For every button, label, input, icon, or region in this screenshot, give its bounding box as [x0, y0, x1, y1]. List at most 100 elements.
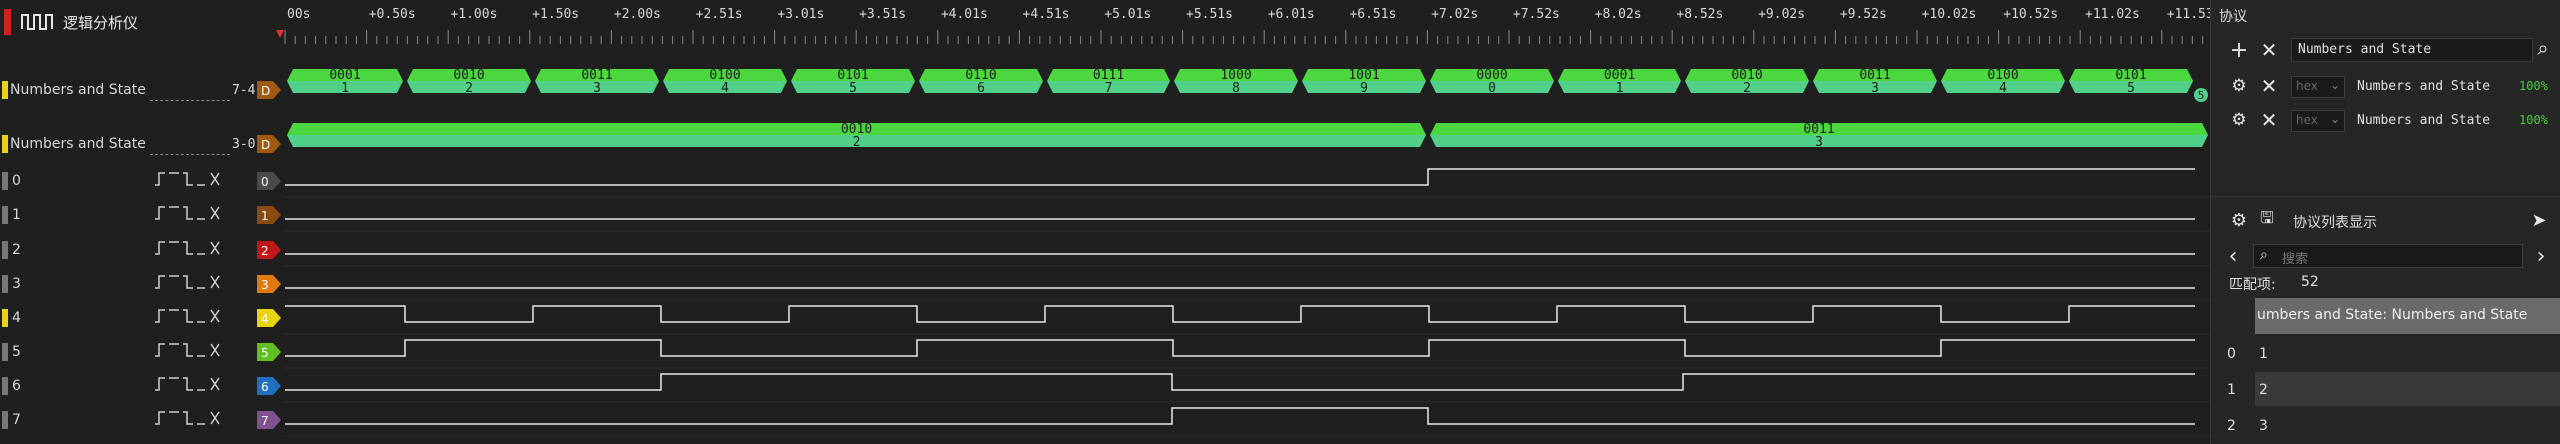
decoder-name: Numbers and State	[10, 136, 146, 152]
channel-color-marker	[2, 172, 8, 190]
prev-match-button[interactable]: ‹	[2221, 243, 2245, 269]
timeline-tick-label: +8.52s	[1676, 7, 1723, 22]
channel-label: 4	[12, 310, 21, 326]
format-select[interactable]: hex ⌄	[2291, 76, 2345, 98]
protocol-row[interactable]: ⚙ ✕ hex ⌄ Numbers and State 100%	[2211, 72, 2560, 100]
timeline-tick-label: +3.01s	[777, 7, 824, 22]
protocol-remove-button[interactable]: ✕	[2257, 108, 2281, 132]
protocol-row-name: Numbers and State	[2357, 113, 2491, 128]
waveform-view[interactable]: 00s +0.50s +1.00s +1.50s +2.00s +2.51s +3.01s +…	[0, 0, 2210, 444]
format-select-value: hex	[2296, 113, 2318, 127]
protocol-settings-button[interactable]: ⚙	[2227, 108, 2251, 132]
protocol-settings-button[interactable]: ⚙	[2227, 74, 2251, 98]
list-row[interactable]: 0 1	[2211, 336, 2560, 370]
any-edge-trigger-icon	[210, 343, 220, 357]
search-protocol-button[interactable]: ⌕	[2531, 36, 2555, 60]
channel-color-marker	[2, 241, 8, 259]
protocol-remove-button[interactable]: ✕	[2257, 74, 2281, 98]
any-edge-trigger-icon	[210, 309, 220, 323]
decoder-dots	[150, 100, 230, 101]
save-button[interactable]: 🖫	[2255, 208, 2279, 232]
any-edge-trigger-icon	[210, 206, 220, 220]
protocol-row-percent: 100%	[2519, 79, 2548, 93]
timeline-tick-label: +7.02s	[1431, 7, 1478, 22]
decode-value-text: 7	[1105, 81, 1113, 96]
match-label: 匹配项:	[2229, 277, 2276, 293]
app-title: 逻辑分析仪	[63, 13, 139, 32]
list-row-index: 2	[2227, 418, 2236, 434]
list-row-cell[interactable]: 3	[2255, 408, 2560, 442]
falling-edge-trigger-icon	[183, 275, 193, 289]
channel-badge-text: 0	[261, 175, 269, 189]
timeline-tick-label: +6.01s	[1268, 7, 1315, 22]
decode-value-text: 3	[1871, 81, 1879, 96]
format-select[interactable]: hex ⌄	[2291, 110, 2345, 132]
rising-edge-trigger-icon	[155, 309, 165, 323]
next-match-button[interactable]: ›	[2529, 244, 2553, 269]
locate-button[interactable]: ➤	[2527, 208, 2551, 232]
close-icon: ✕	[2260, 38, 2278, 62]
navigate-icon: ➤	[2531, 209, 2547, 231]
timeline-tick-label: +11.02s	[2085, 7, 2140, 22]
chevron-left-icon: ‹	[2228, 243, 2238, 269]
decode-value-text: 3	[1815, 135, 1823, 150]
decode-value-text: 0	[1488, 81, 1496, 96]
decode-value-text: 3	[593, 81, 601, 96]
search-icon: ⌕	[2260, 247, 2268, 263]
timeline-tick-label: +10.02s	[1922, 7, 1977, 22]
falling-edge-trigger-icon	[183, 309, 193, 323]
protocol-list-title: 协议列表显示	[2293, 215, 2377, 231]
waveform-canvas[interactable]: 00s +0.50s +1.00s +1.50s +2.00s +2.51s +3.01s +…	[0, 0, 2210, 444]
decode-value-text: 5	[849, 81, 857, 96]
timeline-tick-label: +6.51s	[1349, 7, 1396, 22]
app-title-bar: 逻辑分析仪	[0, 0, 285, 44]
list-row-value: 3	[2259, 418, 2268, 434]
decoder-color-marker	[2, 135, 8, 153]
remove-protocol-button[interactable]: ✕	[2257, 38, 2281, 62]
chevron-down-icon: ⌄	[2329, 78, 2340, 92]
list-header[interactable]: umbers and State: Numbers and State	[2255, 298, 2560, 334]
timeline-tick-label: +9.02s	[1758, 7, 1805, 22]
decode-value-text: 6	[977, 81, 985, 96]
protocol-selector[interactable]: Numbers and State	[2291, 38, 2533, 62]
add-protocol-button[interactable]: +	[2227, 37, 2251, 63]
channel-label: 7	[12, 412, 21, 428]
settings-button[interactable]: ⚙	[2227, 208, 2251, 232]
save-icon: 🖫	[2260, 207, 2274, 227]
divider	[2211, 196, 2560, 197]
chevron-down-icon: ⌄	[2329, 112, 2340, 126]
timeline-tick-label: +5.51s	[1186, 7, 1233, 22]
channel-waveform	[285, 339, 2195, 357]
timeline-tick-label: +9.52s	[1840, 7, 1887, 22]
protocol-selector-value: Numbers and State	[2298, 42, 2432, 57]
channel-badge-text: 2	[261, 244, 269, 258]
decode-trailing-value: 5	[2198, 89, 2205, 102]
plus-icon: +	[2229, 37, 2249, 63]
decoder-bit-range: 3-0	[232, 137, 256, 152]
list-row[interactable]: 2 3	[2211, 408, 2560, 442]
falling-edge-trigger-icon	[183, 377, 193, 391]
protocol-row-percent: 100%	[2519, 113, 2548, 127]
decode-value-text: 1	[341, 81, 349, 96]
timeline-tick-label: +5.01s	[1104, 7, 1151, 22]
rising-edge-trigger-icon	[155, 275, 165, 289]
falling-edge-trigger-icon	[183, 206, 193, 220]
list-row-index: 1	[2227, 382, 2236, 398]
channel-badge-text: 3	[261, 278, 269, 292]
channel-color-marker	[2, 377, 8, 395]
channel-label: 0	[12, 173, 21, 189]
decoder-badge-text: D	[261, 138, 270, 152]
channel-color-marker	[2, 411, 8, 429]
list-row-cell[interactable]: 1	[2255, 336, 2560, 370]
decode-value-text: 5	[2127, 81, 2135, 96]
decoder-badge-text: D	[261, 84, 270, 98]
right-panel: 协议 + ✕ Numbers and State ⌕ ⚙ ✕ hex ⌄ Num…	[2210, 0, 2560, 444]
protocol-row[interactable]: ⚙ ✕ hex ⌄ Numbers and State 100%	[2211, 106, 2560, 134]
rising-edge-trigger-icon	[155, 411, 165, 425]
search-input[interactable]: ⌕ 搜索	[2253, 244, 2523, 268]
timeline-tick-label: +1.00s	[450, 7, 497, 22]
decode-value-text: 2	[853, 135, 861, 150]
list-row[interactable]: 1 2	[2211, 372, 2560, 406]
channel-label: 1	[12, 207, 21, 223]
list-row-cell[interactable]: 2	[2255, 372, 2560, 406]
